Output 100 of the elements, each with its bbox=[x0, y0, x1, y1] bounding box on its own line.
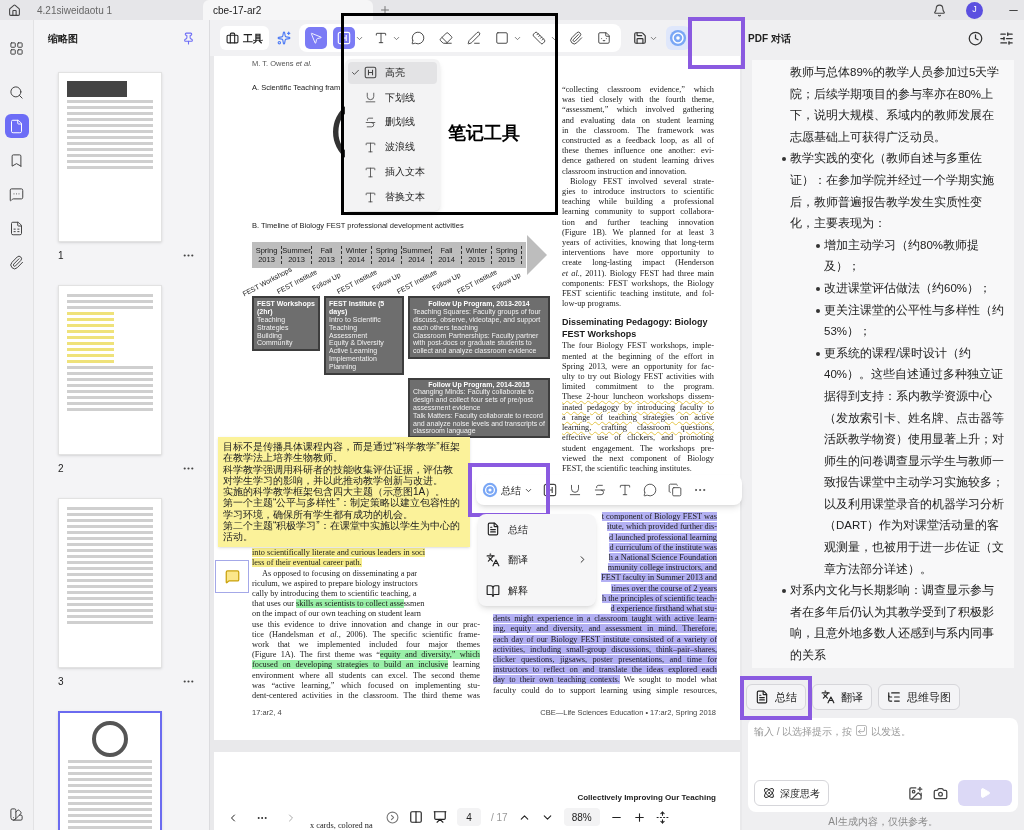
menu-item[interactable]: 下划线 bbox=[348, 86, 437, 109]
ruler-icon bbox=[532, 31, 546, 45]
text-line: Spring 2013, were an opportunity for fac- bbox=[562, 361, 714, 373]
user-avatar[interactable]: J bbox=[966, 1, 983, 19]
answer-text: 更系统的课程/课时设计（约40%）。这些自述通过多种独立证据得到支持：系内教学资源中心（发放索引卡、姓名牌、点击器等活跃教学物资）使用显著上升；对师生的问卷调查显示学生与教师一致报告课堂中主动学习实施较多；以及利用课堂录音的机器学习分析（DART）作为对课堂活动量的客观测量，也被用于进一步佐证（文章方法部分详述）。 bbox=[824, 345, 1004, 577]
zoom-in-icon[interactable] bbox=[632, 810, 646, 824]
text-line: “assessment,” which involved gathering bbox=[562, 105, 714, 116]
comment-icon bbox=[9, 186, 24, 202]
annotation-tool[interactable] bbox=[667, 482, 683, 498]
note-text: 科学教学强调用科研者的技能收集评估证据，评估教 bbox=[223, 463, 454, 475]
text-icon bbox=[374, 31, 388, 45]
save-icon[interactable] bbox=[633, 31, 647, 45]
quick-action-button[interactable]: 思维导图 bbox=[878, 684, 960, 710]
tools-button[interactable]: 工具 bbox=[220, 26, 269, 50]
text-line: Biology FEST involved several strate- bbox=[569, 176, 714, 188]
text-line: create long-lasting impact (Henderson bbox=[562, 258, 714, 269]
text-line: FEST scientific teaching institute, and fol- bbox=[562, 289, 714, 300]
menu-item[interactable]: 删划线 bbox=[348, 111, 437, 134]
text-line: components: FEST workshops, the Biology bbox=[562, 278, 714, 290]
camera-icon[interactable] bbox=[933, 785, 948, 801]
quick-action-button[interactable]: 总结 bbox=[746, 684, 806, 710]
sidebar-tool[interactable] bbox=[4, 114, 29, 138]
strikethrough-icon bbox=[364, 116, 377, 130]
callout-label: 笔记工具 bbox=[448, 122, 520, 145]
text-line: et al., 2011). Biology FEST had three main bbox=[562, 268, 714, 279]
strikethrough-icon bbox=[593, 483, 607, 497]
menu-item[interactable]: 翻译 bbox=[486, 549, 588, 571]
running-header: Collectively Improving Our Teaching bbox=[577, 792, 716, 804]
zoom-field[interactable]: 88% bbox=[563, 808, 600, 826]
text-line: (Figure 1B). We planned for at least 3 bbox=[562, 227, 714, 239]
annotation-tool[interactable] bbox=[592, 482, 608, 498]
input-placeholder: 以发送。 bbox=[871, 725, 912, 739]
cursor-icon bbox=[309, 31, 323, 45]
presentation-icon[interactable] bbox=[433, 810, 447, 824]
text-line: dent-centered activities in the classroom. The third theme was bbox=[252, 690, 480, 702]
text-line: in the classroom. The framework was bbox=[562, 125, 714, 136]
text-line: viewed the next component of Biology bbox=[562, 453, 714, 464]
book-icon bbox=[486, 583, 500, 598]
annotation-tool[interactable] bbox=[542, 482, 558, 498]
answer-text: 教师与总体89%的教学人员参加过5天学院；后续学期项目的参与率亦在80%上下，说明大规模、系域内的教师发展在志愿基础上可获得广泛动员。 bbox=[790, 65, 1001, 145]
sticker-icon bbox=[597, 31, 611, 45]
disclaimer: AI生成内容，仅供参考。 bbox=[827, 815, 939, 829]
settings-icon[interactable] bbox=[999, 30, 1014, 46]
menu-item[interactable]: 替换文本 bbox=[348, 186, 437, 208]
answer-text: 教学实践的变化（教师自述与多重佐证）：在参加学院并经过一个学期实施后，教师普遍报告教学发生实质性变化，主要表现为： bbox=[790, 151, 995, 232]
text-line: limited commitment to the program. bbox=[562, 382, 714, 393]
menu-item[interactable]: 波浪线 bbox=[348, 136, 437, 159]
chat-input[interactable]: 输入 / 以选择提示，按 以发送。 深度思考 bbox=[748, 718, 1018, 812]
annotation-tool[interactable] bbox=[567, 482, 583, 498]
page-thumbnail[interactable] bbox=[58, 711, 162, 830]
image-icon[interactable] bbox=[908, 785, 923, 801]
text-line: FEST, the scientific teaching institutes. bbox=[562, 463, 692, 475]
note-text: 第一个主题“公平与多样性”：制定策略以建立包容性的 bbox=[223, 497, 461, 509]
annotation-tool[interactable] bbox=[617, 482, 633, 498]
toolbox-icon bbox=[226, 31, 239, 45]
text-line: riculum, we aspired to prepare biology instructors bbox=[252, 578, 418, 589]
answer-text: 更关注课堂的公平性与多样性（约53%）； bbox=[824, 302, 1004, 340]
comment-marker[interactable] bbox=[215, 560, 249, 593]
menu-item[interactable]: 插入文本 bbox=[348, 161, 437, 184]
home-icon[interactable] bbox=[8, 3, 21, 17]
deep-think-button[interactable]: 深度思考 bbox=[754, 780, 829, 806]
document-tab[interactable]: cbe-17-ar2 bbox=[203, 0, 373, 20]
text-line: years of activities, knowing that long-term bbox=[562, 238, 714, 249]
history-icon[interactable] bbox=[968, 30, 983, 46]
page-number: 3 bbox=[58, 674, 64, 689]
theme-icon[interactable] bbox=[9, 807, 24, 822]
bell-icon[interactable] bbox=[933, 3, 946, 17]
comment-icon bbox=[643, 483, 657, 497]
ai-icon bbox=[482, 482, 498, 498]
summarize-dropdown[interactable]: 总结 bbox=[482, 482, 533, 498]
bookmark-icon bbox=[9, 152, 24, 168]
fit-page-icon[interactable] bbox=[655, 810, 669, 824]
comment-icon bbox=[411, 31, 425, 45]
text-line: faculty could do to support learning using simple resources, bbox=[493, 685, 717, 696]
focus-frame bbox=[688, 17, 745, 69]
new-tab-icon[interactable] bbox=[379, 4, 391, 16]
square-icon bbox=[495, 31, 509, 45]
two-page-icon[interactable] bbox=[409, 810, 423, 824]
text-line: learning, crafting classroom questions, bbox=[562, 423, 714, 434]
menu-item[interactable]: 高亮 bbox=[348, 62, 437, 84]
text-line: environment where all students can excel. The second theme bbox=[252, 670, 480, 681]
summary-icon bbox=[486, 522, 500, 537]
menu-item[interactable]: 解释 bbox=[486, 579, 588, 602]
sparkle-icon[interactable] bbox=[277, 31, 291, 45]
quick-action-button[interactable]: 翻译 bbox=[812, 684, 872, 710]
menu-item[interactable]: 总结 bbox=[486, 518, 588, 541]
text-line: inated pedagogy by introducing faculty to bbox=[562, 402, 714, 413]
bullet-icon bbox=[782, 589, 786, 594]
text-line: teaching while building a professional bbox=[562, 197, 714, 208]
pin-icon[interactable] bbox=[182, 31, 195, 45]
copy-icon bbox=[668, 483, 682, 497]
annotation-tool[interactable] bbox=[642, 482, 658, 498]
page-field[interactable]: 4 bbox=[457, 808, 481, 826]
text-line: These 2-hour luncheon workshops dissem- bbox=[562, 392, 714, 403]
text-line: tion and further teaching innovation bbox=[562, 217, 714, 228]
send-icon bbox=[979, 787, 991, 799]
ai-assistant-button[interactable] bbox=[666, 26, 690, 50]
grid-icon bbox=[9, 40, 24, 56]
expand-icon[interactable] bbox=[386, 810, 399, 824]
text-line: effective use of clickers, and promoting bbox=[562, 433, 714, 444]
